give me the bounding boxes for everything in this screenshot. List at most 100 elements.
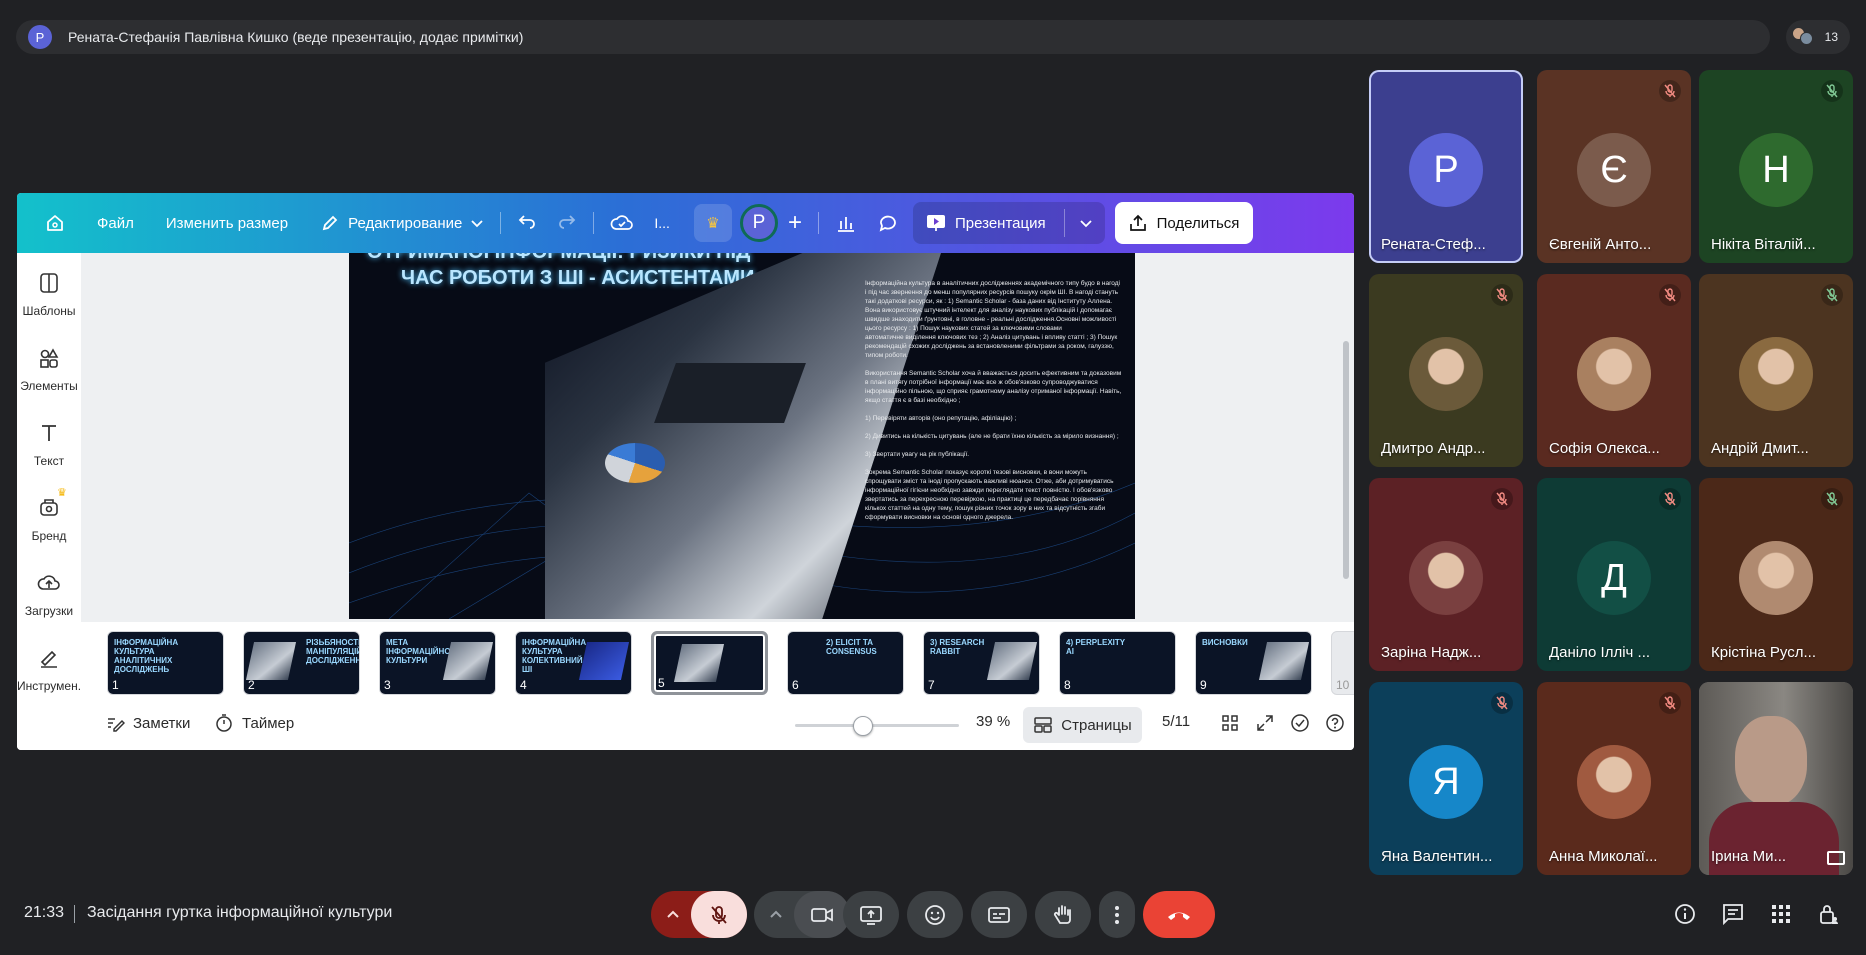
check-button[interactable] (1290, 713, 1310, 733)
timer-icon (216, 714, 232, 732)
meeting-info-button[interactable] (1671, 900, 1699, 928)
thumbnail-strip: ІНФОРМАЦІЙНА КУЛЬТУРА АНАЛІТИЧНИХ ДОСЛІД… (81, 623, 1354, 701)
share-label: Поделиться (1156, 214, 1240, 232)
participant-name: Яна Валентин... (1381, 848, 1493, 865)
more-options-button[interactable] (1099, 891, 1135, 938)
participant-tile[interactable]: Крістіна Русл... (1699, 478, 1853, 671)
reactions-button[interactable] (907, 891, 963, 938)
present-screen-button[interactable] (843, 891, 899, 938)
chat-button[interactable] (1719, 900, 1747, 928)
timer-button[interactable]: Таймер (214, 713, 294, 733)
more-vert-icon (1115, 905, 1119, 924)
camera-options-button[interactable] (754, 891, 798, 938)
slide-thumbnail[interactable]: 4) PERPLEXITY AI 8 (1059, 631, 1176, 695)
scrollbar-thumb[interactable] (1343, 341, 1349, 579)
participant-tile[interactable]: Андрій Дмит... (1699, 274, 1853, 467)
zoom-slider[interactable] (795, 724, 959, 727)
participant-avatar: Є (1577, 133, 1651, 207)
activities-button[interactable] (1767, 900, 1795, 928)
slide-thumbnail-selected[interactable]: 5 (651, 631, 768, 695)
current-slide[interactable]: ОТРИМАНОЇ ІНФОРМАЦІЇ: РИЗИКИ ПІД ЧАС РОБ… (349, 253, 1135, 619)
user-avatar[interactable]: P (739, 204, 778, 242)
divider (817, 212, 819, 234)
fullscreen-button[interactable] (1255, 713, 1275, 733)
file-menu[interactable]: Файл (87, 205, 144, 241)
slide-thumbnail[interactable]: 2) ELICIT ТА CONSENSUS 6 (787, 631, 904, 695)
sidebar-item-templates[interactable]: Шаблоны (17, 271, 81, 318)
comments-button[interactable] (867, 205, 909, 241)
resize-menu[interactable]: Изменить размер (156, 205, 298, 241)
sidebar-item-elements[interactable]: Элементы (17, 346, 81, 393)
slide-thumbnail[interactable]: ВИСНОВКИ 9 (1195, 631, 1312, 695)
participant-tile[interactable]: Н Нікіта Віталій... (1699, 70, 1853, 263)
redo-button[interactable] (547, 205, 587, 241)
sidebar-item-brand[interactable]: ♛ Бренд (17, 487, 81, 543)
elements-icon (40, 348, 59, 368)
slide-thumbnail[interactable]: 10 (1331, 631, 1354, 695)
pencil-icon (322, 215, 338, 231)
edit-menu[interactable]: Редактирование (310, 205, 494, 241)
grid-view-button[interactable] (1220, 713, 1240, 733)
pages-button[interactable]: Страницы (1023, 707, 1142, 743)
participant-tile[interactable]: Я Яна Валентин... (1369, 682, 1523, 875)
zoom-level[interactable]: 39 % (976, 713, 1010, 730)
participant-tile[interactable]: Софія Олекса... (1537, 274, 1691, 467)
slide-thumbnail[interactable]: МЕТА ІНФОРМАЦІЙНОЇ КУЛЬТУРИ 3 (379, 631, 496, 695)
home-button[interactable] (35, 205, 75, 241)
raise-hand-button[interactable] (1035, 891, 1091, 938)
help-button[interactable] (1325, 713, 1345, 733)
present-button[interactable]: Презентация (912, 202, 1105, 244)
slide-thumbnail[interactable]: ІНФОРМАЦІЙНА КУЛЬТУРА АНАЛІТИЧНИХ ДОСЛІД… (107, 631, 224, 695)
slide-thumbnail[interactable]: ІНФОРМАЦІЙНА КУЛЬТУРА КОЛЕКТИВНИЙ ШІ 4 (515, 631, 632, 695)
chevron-down-icon[interactable] (1079, 216, 1093, 230)
mic-toggle-button[interactable] (691, 891, 747, 938)
camera-toggle-button[interactable] (794, 891, 850, 938)
captions-button[interactable] (971, 891, 1027, 938)
sidebar-label: Бренд (31, 529, 67, 543)
thumbnail-number: 1 (112, 678, 119, 692)
participant-name: Крістіна Русл... (1711, 644, 1816, 661)
add-collaborator-button[interactable]: + (778, 205, 812, 241)
leave-call-button[interactable] (1143, 891, 1215, 938)
participant-tile[interactable]: Ірина Ми... (1699, 682, 1853, 875)
slide-thumbnail[interactable]: РІЗЬБЯНОСТІ МАНІПУЛЯЦІЙ ДОСЛІДЖЕННЯ 2 (243, 631, 360, 695)
participant-tile[interactable]: Анна Миколаї... (1537, 682, 1691, 875)
design-name[interactable]: I... (644, 205, 680, 241)
participant-name: Євгеній Анто... (1549, 236, 1652, 253)
mic-options-button[interactable] (651, 891, 695, 938)
slide-paragraph: 3) Звертати увагу на рік публікації. (865, 451, 970, 458)
cloud-save-button[interactable] (600, 205, 644, 241)
laptop-graphic (654, 363, 806, 423)
participant-tile[interactable]: Дмитро Андр... (1369, 274, 1523, 467)
participant-tile[interactable]: Р Рената-Стеф... (1369, 70, 1523, 263)
slide-thumbnail[interactable]: 3) RESEARCH RABBIT 7 (923, 631, 1040, 695)
sidebar-item-text[interactable]: Текст (17, 421, 81, 468)
sidebar-item-uploads[interactable]: Загрузки (17, 571, 81, 618)
undo-button[interactable] (507, 205, 547, 241)
thumbnail-title: ІНФОРМАЦІЙНА КУЛЬТУРА КОЛЕКТИВНИЙ ШІ (522, 638, 587, 674)
thumbnail-title: ІНФОРМАЦІЙНА КУЛЬТУРА АНАЛІТИЧНИХ ДОСЛІД… (114, 638, 179, 674)
participant-tile[interactable]: Є Євгеній Анто... (1537, 70, 1691, 263)
brand-icon (40, 499, 58, 516)
participant-tile[interactable]: Заріна Надж... (1369, 478, 1523, 671)
sidebar-item-tools[interactable]: Инструмен... (17, 646, 88, 693)
canvas-scrollbar[interactable] (1342, 253, 1350, 622)
hang-up-icon (1168, 912, 1190, 920)
slide-heading-line2: ЧАС РОБОТИ З ШІ - АСИСТЕНТАМИ (401, 267, 755, 289)
plus-icon: + (787, 209, 802, 236)
templates-icon (40, 273, 58, 293)
chevron-down-icon (471, 220, 484, 228)
insights-button[interactable] (825, 205, 867, 241)
participant-name: Рената-Стеф... (1381, 236, 1486, 253)
participant-name: Андрій Дмит... (1711, 440, 1809, 457)
participant-tile[interactable]: Д Даніло Ілліч ... (1537, 478, 1691, 671)
pip-icon[interactable] (1827, 851, 1845, 865)
notes-button[interactable]: Заметки (105, 713, 190, 733)
host-controls-button[interactable] (1815, 900, 1843, 928)
zoom-slider-handle[interactable] (853, 716, 873, 736)
share-button[interactable]: Поделиться (1114, 202, 1254, 244)
page-indicator[interactable]: 5/11 (1162, 713, 1190, 730)
upgrade-button[interactable]: ♛ (693, 204, 732, 242)
slide-heading-line1: ОТРИМАНОЇ ІНФОРМАЦІЇ: РИЗИКИ ПІД (367, 253, 750, 264)
participants-button[interactable]: 13 (1786, 20, 1850, 54)
